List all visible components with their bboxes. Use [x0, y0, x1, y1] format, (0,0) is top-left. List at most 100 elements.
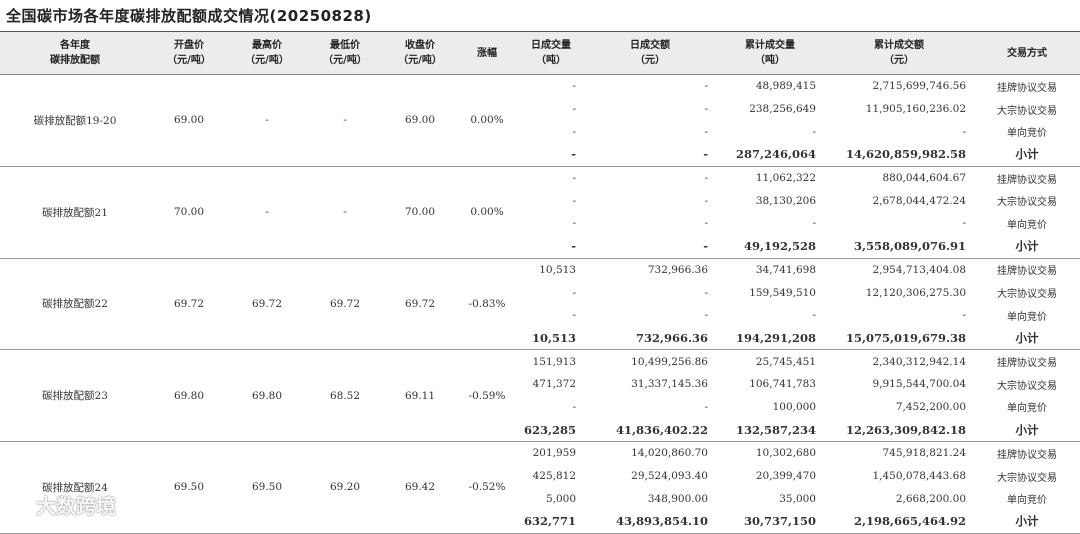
watermark-text: 大数跨境	[36, 494, 116, 518]
daily-volume: -	[572, 172, 576, 185]
daily-volume: 10,513	[539, 263, 576, 276]
daily-volume: 151,913	[532, 355, 576, 368]
trade-method: 挂牌协议交易	[997, 266, 1057, 278]
daily-volume: -	[572, 286, 576, 299]
daily-volume: -	[572, 217, 576, 230]
price-change: 0.00%	[456, 74, 518, 167]
daily-volume: 632,771	[518, 510, 584, 534]
header-text: 各年度	[60, 40, 90, 51]
trade-method: 大宗协议交易	[997, 105, 1057, 117]
cumulative-amount: 2,678,044,472.24	[872, 194, 966, 207]
header-text: 开盘价	[174, 40, 204, 51]
header-text: 最低价	[330, 40, 360, 51]
header-high: 最高价 （元/吨）	[228, 31, 306, 75]
daily-volume: 623,285	[518, 418, 584, 443]
table-header-row: 各年度 碳排放配额 开盘价 （元/吨） 最高价 （元/吨） 最低价 （元/吨） 收盘价 （元/吨）…	[0, 31, 1080, 75]
trade-method: 单向竞价	[1007, 128, 1047, 140]
daily-volume: 5,000	[545, 492, 576, 505]
header-text: 累计成交量	[745, 40, 795, 51]
header-text: （元）	[635, 55, 665, 66]
daily-volume: 471,372	[532, 378, 576, 391]
cumulative-volume: 194,291,208	[716, 326, 824, 351]
low-price: 69.20	[306, 441, 384, 534]
daily-amount: -	[704, 103, 708, 116]
cumulative-amount: 3,558,089,076.91	[824, 234, 974, 259]
daily-amount: 10,499,256.86	[631, 355, 708, 368]
high-price: 69.50	[228, 441, 306, 534]
high-price: 69.72	[228, 258, 306, 351]
open-price: 69.00	[150, 74, 228, 167]
header-text: （吨）	[536, 55, 566, 66]
high-price: -	[228, 74, 306, 167]
trade-method: 挂牌协议交易	[997, 82, 1057, 94]
cumulative-volume: 106,741,783	[749, 378, 816, 391]
open-price: 69.72	[150, 258, 228, 351]
cumulative-volume: 132,587,234	[716, 418, 824, 443]
cumulative-amount: 2,715,699,746.56	[872, 80, 966, 93]
allowance-name: 碳排放配额23	[0, 349, 150, 442]
cumulative-volume: 49,192,528	[716, 234, 824, 259]
daily-amount: 732,966.36	[647, 263, 708, 276]
cumulative-volume: 159,549,510	[749, 286, 816, 299]
trade-method: 单向竞价	[1007, 311, 1047, 323]
daily-volume: -	[518, 143, 584, 167]
cumulative-amount: 2,340,312,942.14	[872, 355, 966, 368]
daily-volume: 425,812	[532, 470, 576, 483]
header-text: 涨幅	[477, 47, 497, 59]
low-price: -	[306, 166, 384, 259]
low-price: 68.52	[306, 349, 384, 442]
header-method: 交易方式	[974, 31, 1080, 75]
cumulative-amount: 2,954,713,404.08	[872, 263, 966, 276]
trade-method: 单向竞价	[1007, 219, 1047, 231]
trade-method: 小计	[974, 418, 1080, 443]
cumulative-amount: 745,918,821.24	[882, 447, 967, 460]
trade-method: 小计	[974, 326, 1080, 351]
allowance-name: 碳排放配额19-20	[0, 74, 150, 167]
daily-volume: -	[572, 125, 576, 138]
header-text: （元）	[884, 55, 914, 66]
table-row: 碳排放配额19-20 69.00- -69.00 0.00% - -48,989,415 2…	[0, 74, 1080, 167]
cumulative-volume: -	[812, 125, 816, 138]
cumulative-volume: 30,737,150	[716, 510, 824, 534]
price-change: -0.52%	[456, 441, 518, 534]
low-price: 69.72	[306, 258, 384, 351]
trade-method: 小计	[974, 143, 1080, 167]
daily-volume: -	[572, 309, 576, 322]
cumulative-amount: -	[962, 309, 966, 322]
cumulative-volume: 11,062,322	[755, 172, 816, 185]
header-text: （元/吨）	[245, 55, 289, 66]
close-price: 69.42	[384, 441, 456, 534]
daily-amount: 41,836,402.22	[584, 418, 716, 443]
open-price: 69.80	[150, 349, 228, 442]
allowance-name: 碳排放配额24	[0, 441, 150, 534]
daily-volume: -	[572, 80, 576, 93]
high-price: -	[228, 166, 306, 259]
trade-method: 小计	[974, 510, 1080, 534]
table-row: 碳排放配额21 70.00- -70.00 0.00% - -11,062,322 880,…	[0, 166, 1080, 259]
open-price: 69.50	[150, 441, 228, 534]
daily-amount: -	[584, 234, 716, 259]
watermark: 大数跨境	[10, 490, 116, 519]
header-close: 收盘价 （元/吨）	[384, 31, 456, 75]
daily-amount: -	[704, 309, 708, 322]
carbon-market-table: 各年度 碳排放配额 开盘价 （元/吨） 最高价 （元/吨） 最低价 （元/吨） 收盘价 （元/吨）…	[0, 31, 1080, 534]
close-price: 69.72	[384, 258, 456, 351]
cumulative-amount: 2,668,200.00	[895, 492, 966, 505]
cumulative-volume: 34,741,698	[755, 263, 816, 276]
cumulative-amount: 9,915,544,700.04	[872, 378, 966, 391]
header-text: 交易方式	[1007, 47, 1047, 59]
trade-method: 挂牌协议交易	[997, 174, 1057, 186]
daily-volume: -	[572, 194, 576, 207]
low-price: -	[306, 74, 384, 167]
price-change: -0.59%	[456, 349, 518, 442]
cumulative-amount: -	[962, 217, 966, 230]
daily-amount: -	[704, 400, 708, 413]
daily-amount: -	[704, 194, 708, 207]
daily-amount: -	[704, 80, 708, 93]
daily-amount: 732,966.36	[584, 326, 716, 351]
header-text: 日成交额	[630, 40, 670, 51]
daily-amount: -	[704, 217, 708, 230]
cumulative-amount: 12,263,309,842.18	[824, 418, 974, 443]
cumulative-amount: 15,075,019,679.38	[824, 326, 974, 351]
header-text: （元/吨）	[398, 55, 442, 66]
